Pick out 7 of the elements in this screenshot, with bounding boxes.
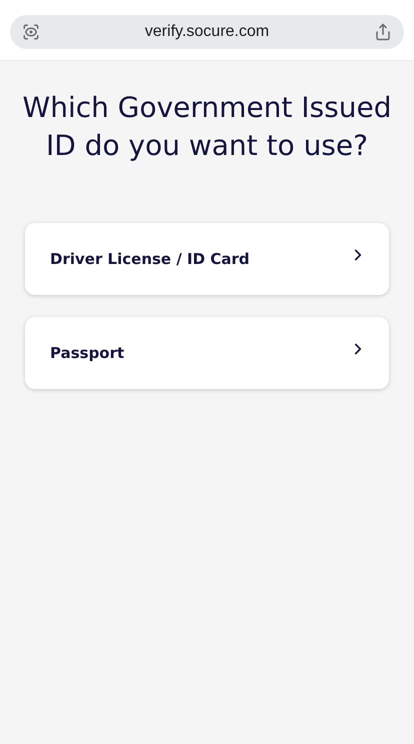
page-heading: Which Government Issued ID do you want to use? [22,90,392,164]
address-bar[interactable]: verify.socure.com [10,15,404,49]
url-text: verify.socure.com [144,22,270,42]
id-option-card[interactable]: Passport [25,317,389,389]
id-option-card[interactable]: Driver License / ID Card [25,223,389,295]
camera-scan-icon[interactable] [22,23,40,41]
share-icon[interactable] [374,23,392,41]
